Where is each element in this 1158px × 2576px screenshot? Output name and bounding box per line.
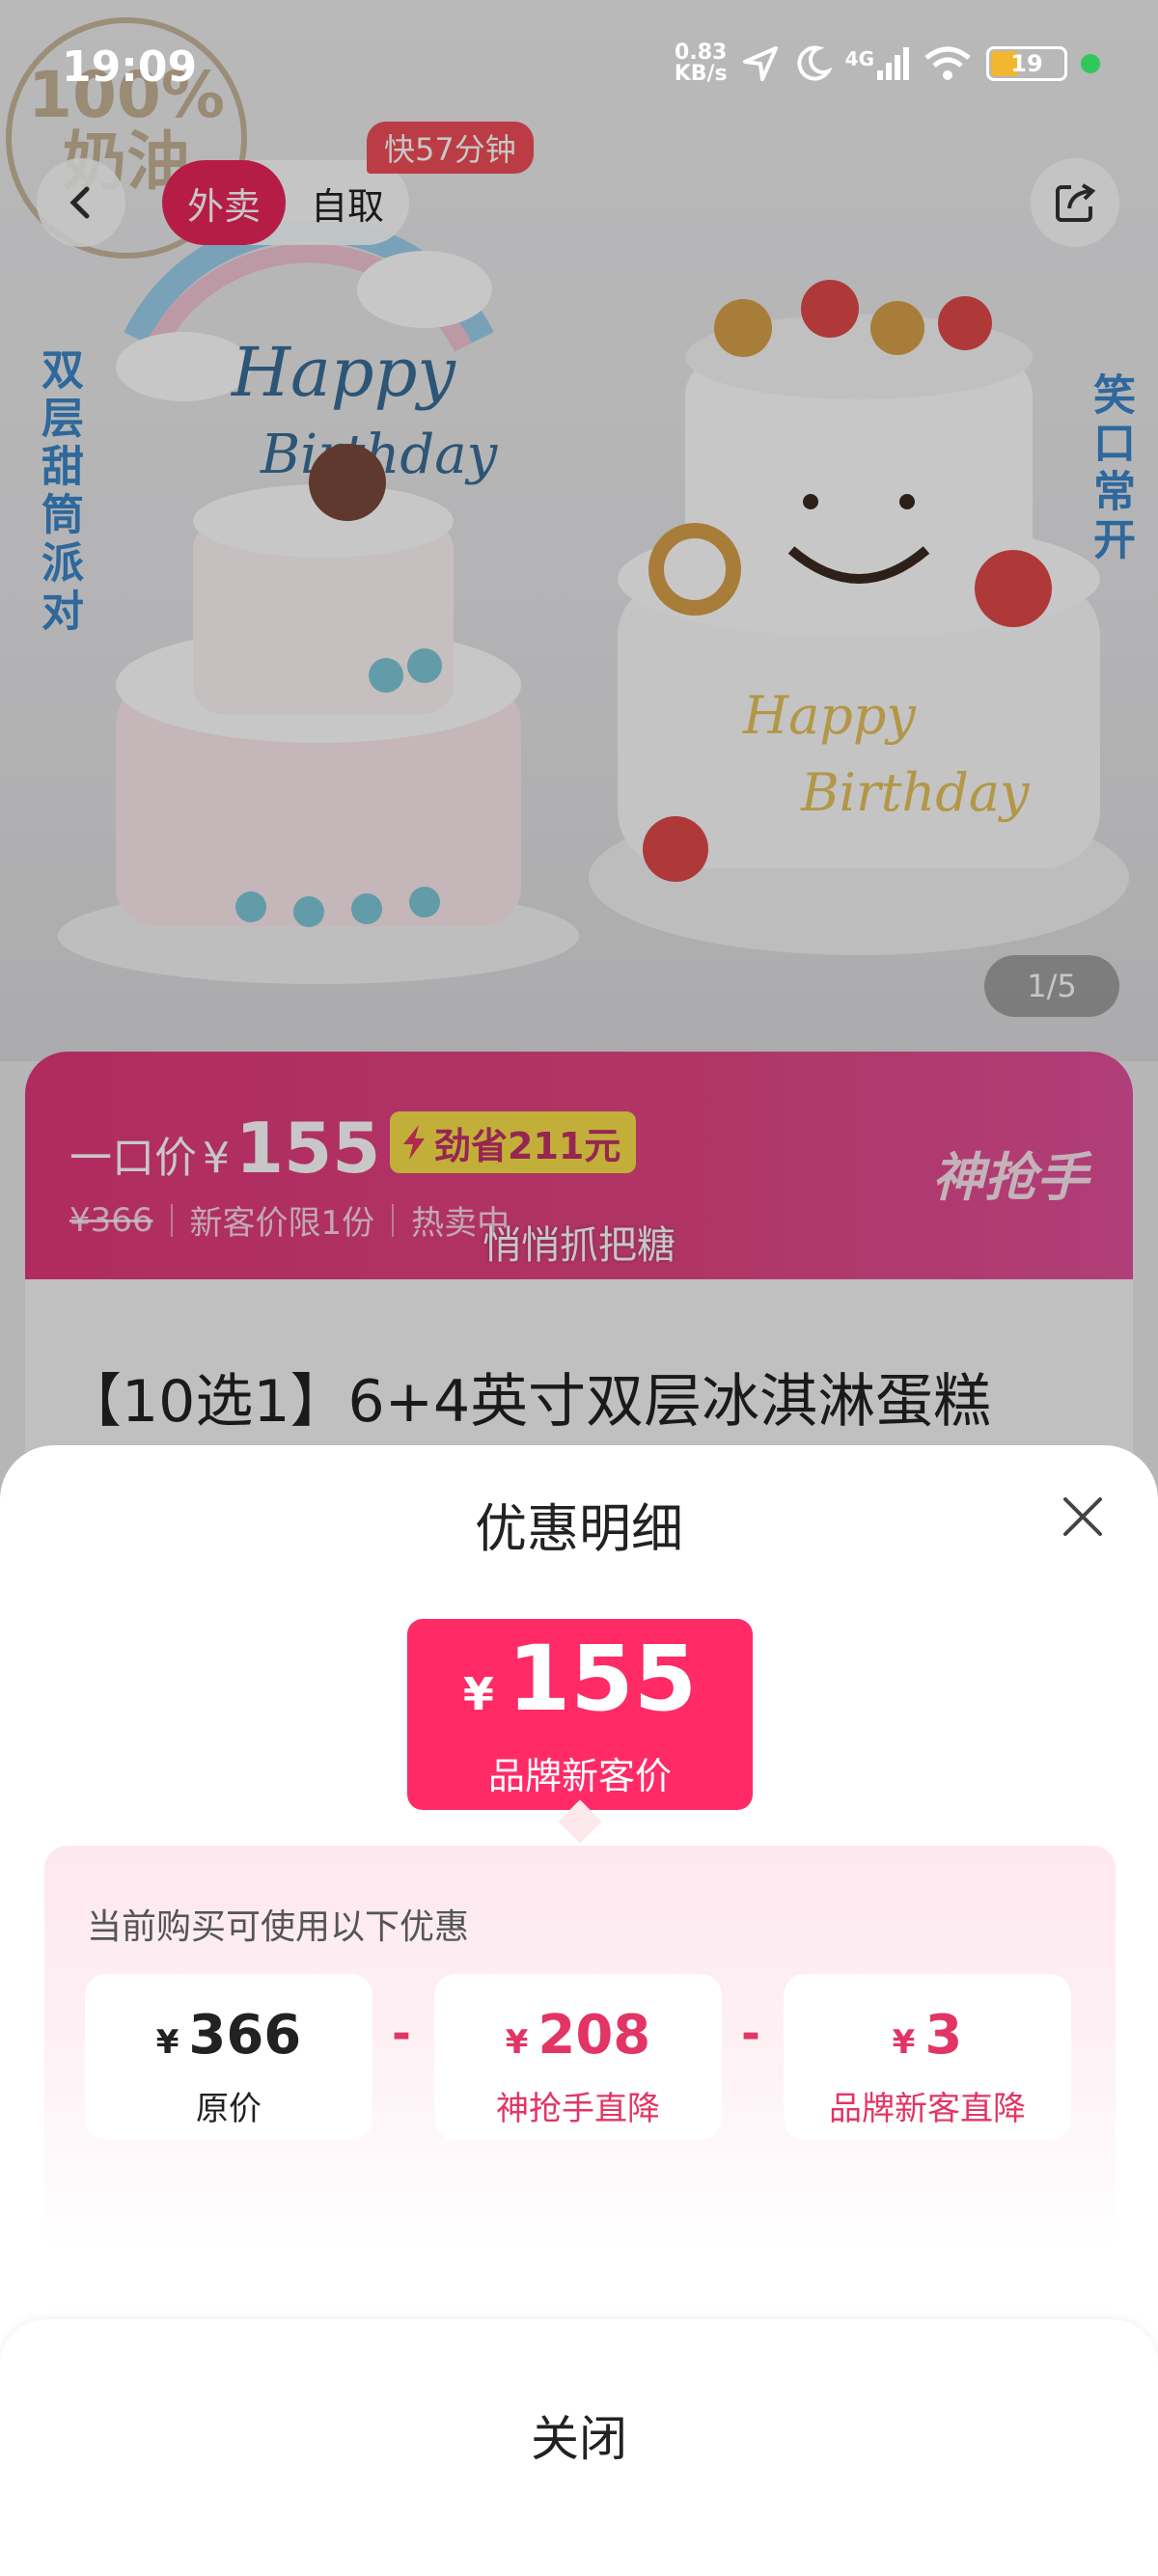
close-icon <box>1063 1497 1102 1536</box>
final-price-currency: ¥ <box>462 1668 494 1720</box>
item-label: 品牌新客直降 <box>829 2090 1026 2128</box>
privacy-indicator-dot <box>1081 54 1100 73</box>
item-currency: ¥ <box>155 2023 179 2062</box>
net-speed-value: 0.83 <box>675 41 728 65</box>
sheet-title: 优惠明细 <box>475 1498 683 1559</box>
brand-discount-card: ¥208 神抢手直降 <box>434 1974 722 2140</box>
item-amount: 208 <box>538 2004 651 2067</box>
item-currency: ¥ <box>892 2023 916 2062</box>
item-amount: 366 <box>188 2004 302 2067</box>
network-type: 4G <box>844 47 874 70</box>
final-price-box: ¥ 155 品牌新客价 <box>407 1619 753 1810</box>
new-customer-discount-card: ¥3 品牌新客直降 <box>784 1974 1071 2140</box>
status-bar: 19:09 0.83 KB/s 4G 19 <box>0 0 1158 135</box>
battery-icon: 19 <box>986 46 1067 81</box>
signal-icon: 4G <box>845 47 909 80</box>
final-price: 155 <box>507 1627 698 1732</box>
minus-sign: - <box>741 2007 760 2061</box>
net-speed: 0.83 KB/s <box>675 42 728 85</box>
location-arrow-icon <box>742 46 778 81</box>
wifi-icon <box>924 46 971 80</box>
item-amount: 3 <box>924 2004 963 2067</box>
status-time: 19:09 <box>62 42 198 92</box>
net-speed-unit: KB/s <box>674 62 728 86</box>
original-price-card: ¥366 原价 <box>85 1974 372 2140</box>
close-sheet-button[interactable] <box>1054 1488 1112 1546</box>
minus-sign: - <box>392 2007 411 2061</box>
discount-hint: 当前购买可使用以下优惠 <box>87 1907 470 1947</box>
discount-detail-sheet: 优惠明细 ¥ 155 品牌新客价 当前购买可使用以下优惠 ¥366 原价 - ¥… <box>0 1445 1158 2576</box>
item-label: 原价 <box>196 2090 262 2128</box>
moon-icon <box>797 45 832 81</box>
battery-level: 19 <box>1010 50 1043 77</box>
status-icons: 0.83 KB/s 4G 19 <box>675 42 1100 85</box>
final-price-label: 品牌新客价 <box>487 1755 672 1797</box>
item-label: 神抢手直降 <box>496 2090 660 2128</box>
close-button[interactable]: 关闭 <box>0 2377 1158 2493</box>
item-currency: ¥ <box>505 2023 529 2062</box>
